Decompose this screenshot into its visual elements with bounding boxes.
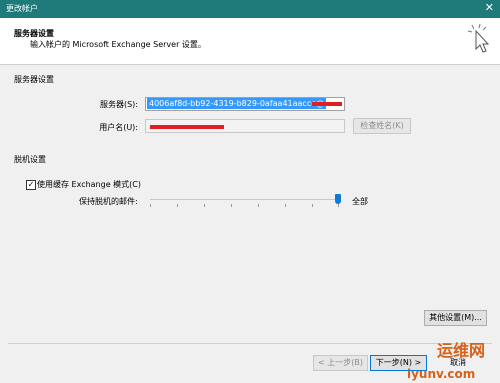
slider-tick bbox=[177, 204, 178, 207]
check-name-button[interactable]: 检查姓名(K) bbox=[353, 118, 411, 134]
watermark-line1: 运维网 bbox=[437, 341, 486, 360]
slider-tick bbox=[285, 204, 286, 207]
server-value: 4006af8d-bb92-4319-b829-0afaa41aacce@ bbox=[147, 98, 327, 109]
server-section-heading: 服务器设置 bbox=[14, 75, 54, 84]
keep-mail-value: 全部 bbox=[352, 197, 368, 206]
header-subtitle: 输入帐户的 Microsoft Exchange Server 设置。 bbox=[30, 40, 206, 49]
header-title: 服务器设置 bbox=[14, 29, 54, 38]
slider-tick bbox=[312, 204, 313, 207]
cursor-click-icon bbox=[467, 23, 490, 53]
username-field[interactable] bbox=[145, 119, 345, 133]
title-bar: 更改帐户 ✕ bbox=[0, 0, 500, 18]
redaction-mark bbox=[312, 102, 342, 106]
watermark: 运维网 iyunv.com bbox=[405, 342, 485, 381]
slider-tick bbox=[258, 204, 259, 207]
server-label: 服务器(S): bbox=[99, 100, 138, 109]
keep-mail-label: 保持脱机的邮件: bbox=[79, 197, 138, 206]
keep-mail-slider-track[interactable] bbox=[150, 199, 340, 200]
more-settings-button[interactable]: 其他设置(M)... bbox=[424, 310, 487, 326]
slider-tick bbox=[338, 204, 339, 207]
cached-mode-checkbox[interactable]: ✓ bbox=[26, 180, 36, 190]
redaction-mark bbox=[150, 125, 224, 129]
window-title: 更改帐户 bbox=[6, 4, 38, 13]
close-icon[interactable]: ✕ bbox=[485, 1, 494, 14]
watermark-line2: iyunv.com bbox=[407, 367, 476, 381]
keep-mail-slider-thumb[interactable] bbox=[335, 194, 341, 204]
header-panel: 服务器设置 输入帐户的 Microsoft Exchange Server 设置… bbox=[0, 18, 500, 65]
slider-tick bbox=[150, 204, 151, 207]
offline-section-heading: 脱机设置 bbox=[14, 155, 46, 164]
slider-tick bbox=[204, 204, 205, 207]
server-field[interactable]: 4006af8d-bb92-4319-b829-0afaa41aacce@ bbox=[145, 97, 345, 111]
username-label: 用户名(U): bbox=[99, 123, 138, 132]
cached-mode-label: 使用缓存 Exchange 模式(C) bbox=[37, 180, 142, 189]
back-button[interactable]: < 上一步(B) bbox=[313, 355, 368, 371]
slider-tick bbox=[231, 204, 232, 207]
